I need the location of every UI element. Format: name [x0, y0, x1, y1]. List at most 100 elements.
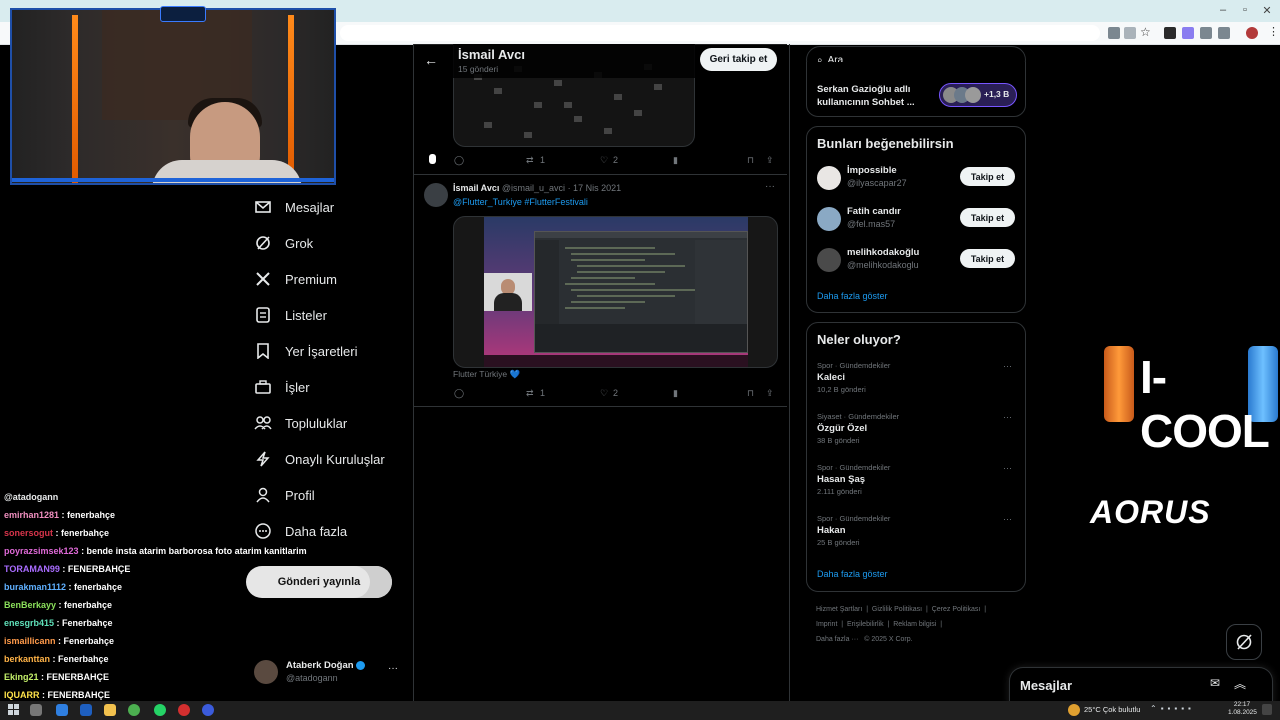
like-count: 2 [613, 388, 619, 398]
back-arrow-icon[interactable]: ← [424, 52, 438, 68]
app-icon[interactable] [202, 704, 214, 716]
bookmark-icon[interactable]: ⊓ [747, 155, 754, 166]
menu-kebab-icon[interactable]: ⋮ [1268, 25, 1279, 38]
extensions-puzzle-icon[interactable] [1218, 27, 1230, 39]
views-icon[interactable]: ▮ [673, 388, 678, 399]
chat-line: poyrazsimsek123 : bende insta atarim bar… [4, 546, 307, 556]
file-explorer-icon[interactable] [104, 704, 116, 716]
follow-button[interactable]: Takip et [960, 208, 1015, 227]
footer-link[interactable]: Erişilebilirlik [847, 621, 884, 628]
share-icon[interactable]: ⇪ [766, 155, 774, 166]
show-more-link[interactable]: Daha fazla göster [817, 569, 888, 579]
more-dots-icon[interactable]: ··· [1003, 412, 1012, 422]
sponsor-logo-aorus: AORUS [1090, 494, 1211, 530]
more-dots-icon[interactable]: ··· [1003, 361, 1012, 371]
post-actions: ◯ ⇄ 1 ♡ 2 ▮ ⊓ ⇪ [454, 385, 776, 401]
clock[interactable]: 22:17 1.08.2025 [1228, 701, 1257, 717]
extension-icon[interactable] [1182, 27, 1194, 39]
nav-item-jobs[interactable]: İşler [253, 369, 413, 405]
bookmark-icon[interactable]: ⊓ [747, 388, 754, 399]
views-icon[interactable]: ▮ [673, 155, 678, 166]
suggestion-item[interactable]: İmpossible @ilyascapar27 Takip et [817, 165, 1017, 195]
trend-item[interactable]: Spor · Gündemdekiler Kaleci 10,2 B gönde… [817, 361, 1017, 401]
chat-line: ismaillicann : Fenerbahçe [4, 636, 115, 646]
nav-item-messages[interactable]: Mesajlar [253, 189, 413, 225]
nav-item-lists[interactable]: Listeler [253, 297, 413, 333]
footer-link[interactable]: Imprint [816, 621, 837, 628]
compose-message-icon[interactable]: ✉ [1210, 676, 1220, 690]
nav-item-communities[interactable]: Topluluklar [253, 405, 413, 441]
follow-button[interactable]: Takip et [960, 249, 1015, 268]
stream-chat: @atadogann emirhan1281 : fenerbahçe sone… [4, 488, 334, 704]
trend-item[interactable]: Siyaset · Gündemdekiler Özgür Özel 38 B … [817, 412, 1017, 452]
nav-item-premium[interactable]: Premium [253, 261, 413, 297]
post-date[interactable]: · 17 Nis 2021 [568, 183, 622, 193]
minimize-icon[interactable]: – [1212, 4, 1234, 16]
repost-icon[interactable]: ⇄ [526, 388, 534, 399]
close-icon[interactable]: ✕ [1256, 4, 1278, 17]
trend-name: Kaleci [817, 372, 845, 383]
footer-link[interactable]: Çerez Politikası [932, 606, 981, 613]
weather-status[interactable]: 25°C Çok bulutlu [1084, 705, 1140, 714]
nav-item-bookmarks[interactable]: Yer İşaretleri [253, 333, 413, 369]
post-author-handle[interactable]: @ismail_u_avci [502, 183, 565, 193]
nav-item-grok[interactable]: Grok [253, 225, 413, 261]
show-more-link[interactable]: Daha fazla göster [817, 291, 888, 301]
suggestion-item[interactable]: melihkodakoğlu @melihkodakoglu Takip et [817, 247, 1017, 277]
chat-line: sonersogut : fenerbahçe [4, 528, 110, 538]
extension-icon[interactable] [1200, 27, 1212, 39]
app-icon[interactable] [56, 704, 68, 716]
more-dots-icon[interactable]: ··· [765, 181, 775, 192]
chat-rooms-card[interactable]: Serkan Gazioğlu adlı kullanıcının Sohbet… [806, 62, 1026, 117]
reply-icon[interactable]: ◯ [454, 155, 464, 166]
post-media-image[interactable] [453, 216, 778, 368]
extension-icon[interactable] [1164, 27, 1176, 39]
cast-icon[interactable] [1108, 27, 1120, 39]
repost-icon[interactable]: ⇄ [526, 155, 534, 166]
more-dots-icon[interactable]: ··· [388, 663, 398, 674]
like-icon[interactable]: ♡ [600, 155, 608, 166]
app-icon[interactable] [178, 704, 190, 716]
footer-link[interactable]: Hizmet Şartları [816, 606, 862, 613]
nav-item-verified-orgs[interactable]: Onaylı Kuruluşlar [253, 441, 413, 477]
trends-card: Neler oluyor? Spor · Gündemdekiler Kalec… [806, 322, 1026, 592]
footer-link[interactable]: Gizlilik Politikası [872, 606, 922, 613]
address-bar[interactable] [340, 25, 1100, 41]
participants-count: +1,3 B [984, 89, 1010, 99]
who-to-follow-card: Bunları beğenebilirsin İmpossible @ilyas… [806, 126, 1026, 313]
zoom-icon[interactable] [1124, 27, 1136, 39]
footer-link[interactable]: Reklam bilgisi [893, 621, 936, 628]
footer-link[interactable]: Daha fazla ··· [816, 636, 858, 643]
share-icon[interactable]: ⇪ [766, 388, 774, 399]
start-windows-icon[interactable] [8, 704, 19, 715]
app-icon[interactable] [80, 704, 92, 716]
post-author-avatar[interactable] [424, 183, 448, 207]
profile-avatar-icon[interactable] [1246, 27, 1258, 39]
reply-icon[interactable]: ◯ [454, 388, 464, 399]
chevron-up-icon[interactable]: ︽ [1234, 675, 1246, 692]
icool-can-logo [1104, 346, 1134, 422]
grok-floating-button[interactable] [1226, 624, 1262, 660]
participants-pill[interactable]: +1,3 B [939, 83, 1017, 107]
whatsapp-icon[interactable] [154, 704, 166, 716]
like-icon[interactable]: ♡ [600, 388, 608, 399]
more-dots-icon[interactable]: ··· [1003, 463, 1012, 473]
task-view-icon[interactable] [30, 704, 42, 716]
post-author-name[interactable]: İsmail Avcı [453, 183, 499, 193]
chrome-icon[interactable] [128, 704, 140, 716]
trend-item[interactable]: Spor · Gündemdekiler Hakan 25 B gönderi … [817, 514, 1017, 554]
suggestion-item[interactable]: Fatih candır @fel.mas57 Takip et [817, 206, 1017, 236]
notifications-icon[interactable] [1262, 704, 1272, 715]
trend-name: Özgür Özel [817, 423, 868, 434]
follow-button[interactable]: Takip et [960, 167, 1015, 186]
profile-name: İsmail Avcı [458, 47, 525, 62]
maximize-icon[interactable]: ▫ [1234, 4, 1256, 16]
webcam-thumbnail [484, 273, 532, 311]
star-icon[interactable]: ☆ [1140, 25, 1151, 39]
post-hashtags[interactable]: @Flutter_Turkiye #FlutterFestivali [453, 197, 588, 207]
webcam-overlay [10, 8, 336, 185]
system-tray-icons[interactable]: ⌃▪▪▪▪▪ [1150, 704, 1195, 713]
trend-item[interactable]: Spor · Gündemdekiler Hasan Şaş 2.111 gön… [817, 463, 1017, 503]
more-dots-icon[interactable]: ··· [1003, 514, 1012, 524]
follow-back-button[interactable]: Geri takip et [700, 48, 777, 71]
